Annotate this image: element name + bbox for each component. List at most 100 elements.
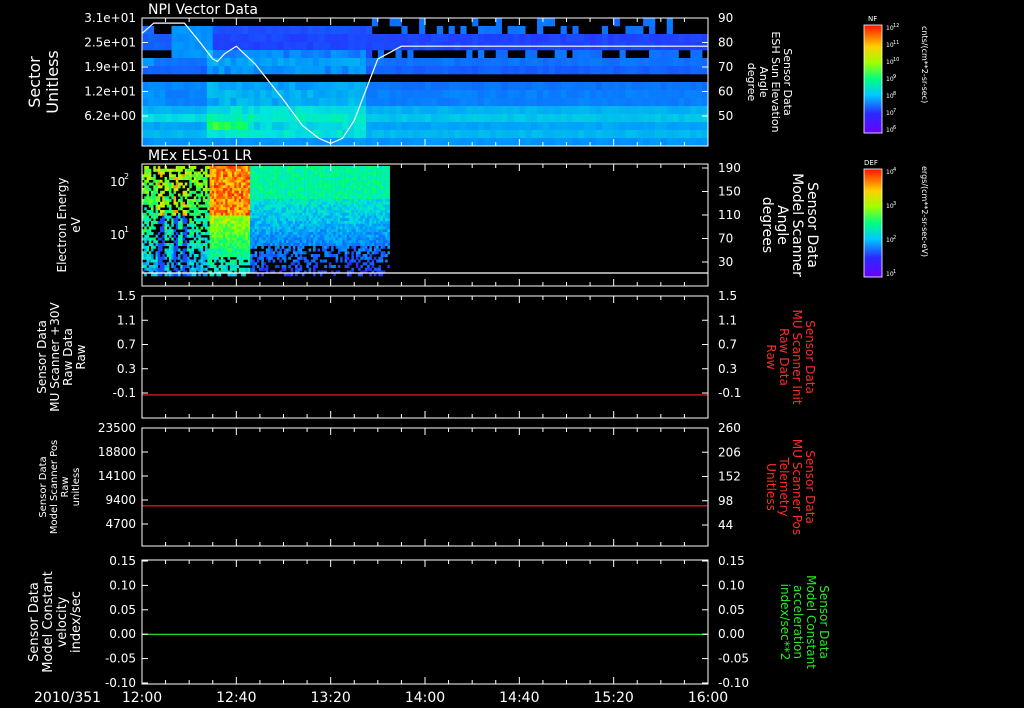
heat-cell [268, 196, 271, 200]
heat-cell [162, 262, 165, 266]
heat-cell [355, 190, 359, 194]
heat-cell [380, 240, 384, 244]
heat-cell [254, 50, 261, 59]
heat-cell [160, 245, 163, 249]
heat-cell [160, 221, 163, 225]
heat-cell [184, 234, 188, 238]
heat-cell [187, 265, 190, 269]
heat-cell [142, 82, 149, 91]
heat-cell [364, 166, 368, 170]
heat-cell [211, 196, 215, 200]
heat-cell [362, 190, 366, 194]
heat-cell [259, 193, 262, 197]
heat-cell [607, 114, 614, 123]
heat-cell [250, 177, 253, 181]
heat-cell [643, 114, 650, 123]
heat-cell [142, 114, 149, 123]
heat-cell [362, 201, 366, 205]
heat-cell [378, 218, 381, 222]
heat-cell [227, 188, 231, 192]
heat-cell [155, 267, 159, 271]
heat-cell [205, 267, 208, 271]
heat-cell [279, 248, 282, 252]
heat-cell [224, 26, 231, 35]
heat-cell [189, 185, 192, 189]
heat-cell [308, 229, 312, 233]
heat-cell [301, 212, 305, 216]
heat-cell [290, 196, 294, 200]
heat-cell [333, 168, 336, 172]
heat-cell [229, 237, 233, 241]
heat-cell [401, 82, 408, 91]
heat-cell [183, 82, 190, 91]
heat-cell [286, 201, 289, 205]
heat-cell [328, 262, 332, 266]
heat-cell [227, 171, 231, 175]
heat-cell [330, 114, 337, 123]
heat-cell [304, 196, 307, 200]
heat-cell [272, 229, 276, 233]
heat-cell [218, 196, 222, 200]
heat-cell [245, 196, 249, 200]
heat-cell [387, 196, 390, 200]
heat-cell [183, 106, 190, 115]
heat-cell [466, 106, 473, 115]
heat-cell [371, 98, 379, 107]
heat-cell [265, 122, 273, 131]
heat-cell [225, 182, 228, 186]
heat-cell [542, 138, 550, 147]
heat-cell [286, 212, 289, 216]
heat-cell [537, 18, 544, 27]
heat-cell [236, 221, 240, 225]
heat-cell [248, 98, 255, 107]
heat-cell [519, 130, 526, 139]
heat-cell [202, 254, 206, 258]
heat-cell [245, 215, 249, 219]
y-tick-label: 3.1e+01 [84, 11, 136, 25]
heat-cell [155, 259, 159, 263]
heat-cell [448, 26, 455, 35]
heat-cell [180, 182, 183, 186]
heat-cell [495, 106, 502, 115]
heat-cell [236, 215, 240, 219]
heat-cell [466, 34, 473, 43]
heat-cell [326, 199, 330, 203]
heat-cell [283, 168, 287, 172]
heat-cell [292, 234, 296, 238]
heat-cell [202, 267, 206, 271]
heat-cell [259, 138, 267, 147]
heat-cell [250, 259, 253, 263]
heat-cell [295, 267, 298, 271]
heat-cell [378, 196, 381, 200]
heat-cell [295, 265, 298, 269]
heat-cell [328, 185, 332, 189]
heat-cell [216, 218, 219, 222]
heat-cell [306, 229, 309, 233]
heat-cell [308, 196, 312, 200]
heat-cell [299, 177, 303, 181]
npi-heatmap [142, 18, 709, 147]
heat-cell [259, 58, 267, 67]
heat-cell [184, 174, 188, 178]
heat-cell [202, 232, 206, 236]
heat-cell [306, 265, 309, 269]
heat-cell [595, 98, 603, 107]
heat-cell [232, 166, 235, 170]
heat-cell [355, 212, 359, 216]
heat-cell [146, 185, 150, 189]
heat-cell [337, 171, 341, 175]
heat-cell [371, 207, 375, 211]
heat-cell [367, 229, 370, 233]
heat-cell [548, 90, 556, 99]
heat-cell [308, 248, 312, 252]
heat-cell [425, 34, 432, 43]
heat-cell [353, 204, 357, 208]
heat-cell [279, 229, 282, 233]
heat-cell [342, 229, 345, 233]
heat-cell [290, 229, 294, 233]
heat-cell [241, 182, 244, 186]
heat-cell [232, 190, 235, 194]
heat-cell [200, 122, 208, 131]
heat-cell [148, 174, 152, 178]
heat-cell [382, 168, 386, 172]
